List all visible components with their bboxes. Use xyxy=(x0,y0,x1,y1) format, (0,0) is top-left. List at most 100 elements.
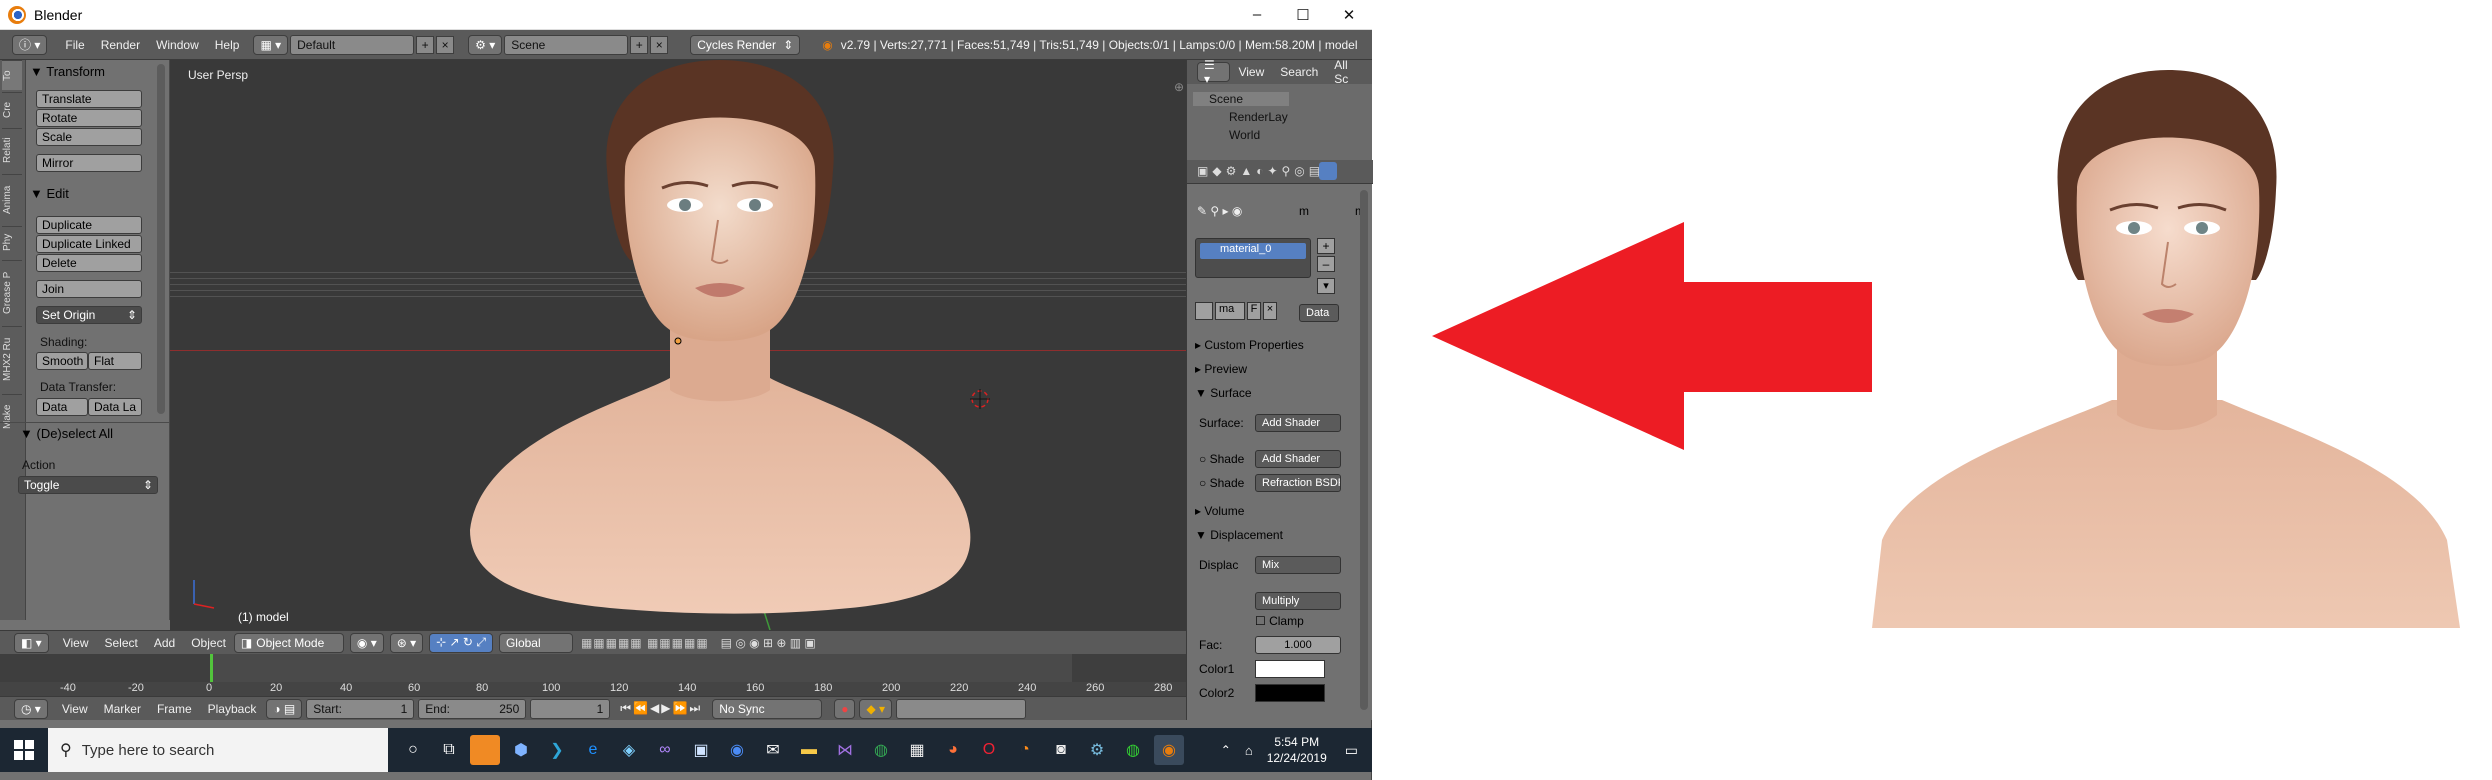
pin-icon[interactable]: ✎ ⚲ ▸ ◉ xyxy=(1197,204,1242,218)
timeline-editor[interactable]: -40 -20 0 20 40 60 80 100 120 140 160 18… xyxy=(0,654,1186,696)
menu-file[interactable]: File xyxy=(57,38,92,52)
preview-header[interactable]: ▸ Preview xyxy=(1195,362,1247,376)
tab-relations[interactable]: Relati xyxy=(2,128,22,172)
viewport-plus-icon[interactable]: ⊕ xyxy=(1174,80,1184,94)
rotate-button[interactable]: Rotate xyxy=(36,109,142,127)
fake-user-button[interactable]: F xyxy=(1247,302,1261,320)
pivot-icon[interactable]: ⊛ ▾ xyxy=(389,632,424,653)
start-frame-field[interactable]: Start: 1 xyxy=(306,698,415,719)
custom-properties-header[interactable]: ▸ Custom Properties xyxy=(1195,338,1304,352)
translate-button[interactable]: Translate xyxy=(36,90,142,108)
sync-mode-select[interactable]: No Sync xyxy=(712,698,823,719)
scene-field[interactable]: Scene xyxy=(504,34,629,55)
outliner-view-menu[interactable]: View xyxy=(1230,65,1272,79)
mirror-button[interactable]: Mirror xyxy=(36,154,142,172)
visual-studio-icon[interactable]: ∞ xyxy=(650,735,680,765)
deselect-all-panel-header[interactable]: ▼ (De)select All xyxy=(20,426,113,441)
tray-chevron-icon[interactable]: ⌃ xyxy=(1221,743,1231,757)
menu-render[interactable]: Render xyxy=(93,38,148,52)
tab-grease-pencil[interactable]: Grease P xyxy=(2,260,22,324)
remove-layout-icon[interactable]: × xyxy=(436,35,455,54)
shade1-select[interactable]: Add Shader xyxy=(1255,450,1341,468)
3d-viewport[interactable]: User Persp ⊕ (1) model xyxy=(170,60,1186,630)
data-transfer-button[interactable]: Data xyxy=(36,398,88,416)
fac-field[interactable]: 1.000 xyxy=(1255,636,1341,654)
material-name-field[interactable]: ma xyxy=(1215,302,1245,320)
blender-taskbar-icon[interactable]: ◉ xyxy=(1154,735,1184,765)
remove-slot-button[interactable]: – xyxy=(1317,256,1335,272)
edit-panel-header[interactable]: ▼ Edit xyxy=(30,186,69,201)
tab-animation[interactable]: Anima xyxy=(2,174,22,224)
current-frame-field[interactable]: 1 xyxy=(530,698,611,719)
outliner-editor-icon[interactable]: ☰ ▾ xyxy=(1197,58,1231,86)
snap-icons[interactable]: ▤ ◎ ◉ ⊞ ⊕ ▥ ▣ xyxy=(721,636,816,650)
shading-mode-icon[interactable]: ◉ ▾ xyxy=(349,632,384,653)
manipulator-icon[interactable]: ⊹ ↗ ↻ ⤢ xyxy=(429,632,493,653)
timeline-frame-menu[interactable]: Frame xyxy=(149,702,200,716)
action-select[interactable]: Toggle ⇕ xyxy=(18,476,158,494)
task-view-icon[interactable]: ⧉ xyxy=(434,735,464,765)
firefox-icon[interactable]: ◕ xyxy=(938,735,968,765)
tab-mhx2[interactable]: MHX2 Ru xyxy=(2,326,22,392)
surface-shader-select[interactable]: Add Shader xyxy=(1255,414,1341,432)
tab-tools[interactable]: To xyxy=(2,60,22,90)
link-data-select[interactable]: Data xyxy=(1299,304,1339,322)
displacement-header[interactable]: ▼ Displacement xyxy=(1195,528,1283,542)
material-slot-list[interactable]: material_0 xyxy=(1195,238,1311,278)
editor-type-icon[interactable]: ⓘ ▾ xyxy=(12,34,48,55)
network-icon[interactable]: ⌂ xyxy=(1245,743,1253,758)
add-layout-icon[interactable]: + xyxy=(416,35,435,54)
firefox-2-icon[interactable]: ◔ xyxy=(1010,735,1040,765)
outliner-search-menu[interactable]: Search xyxy=(1272,65,1326,79)
mail-icon[interactable]: ✉ xyxy=(758,735,788,765)
properties-scrollbar[interactable] xyxy=(1360,190,1368,710)
scene-icon[interactable]: ⚙ ▾ xyxy=(468,34,503,55)
app-icon-blue[interactable]: ◈ xyxy=(614,735,644,765)
keying-set-icon[interactable]: ◆ ▾ xyxy=(859,698,893,719)
store-icon[interactable]: ▦ xyxy=(902,735,932,765)
blend-mode-select[interactable]: Multiply xyxy=(1255,592,1341,610)
camera-icon[interactable]: ◙ xyxy=(1046,735,1076,765)
record-icon[interactable]: ● xyxy=(834,698,856,719)
windows-start-icon[interactable] xyxy=(14,740,34,760)
clock[interactable]: 5:54 PM 12/24/2019 xyxy=(1267,734,1327,766)
tab-create[interactable]: Cre xyxy=(2,92,22,126)
timeline-marker-menu[interactable]: Marker xyxy=(96,702,149,716)
surface-header[interactable]: ▼ Surface xyxy=(1195,386,1252,400)
flat-button[interactable]: Flat xyxy=(88,352,142,370)
keying-set-field[interactable] xyxy=(896,698,1027,719)
viewport-object-menu[interactable]: Object xyxy=(183,636,234,650)
shade2-select[interactable]: Refraction BSDF xyxy=(1255,474,1341,492)
clamp-checkbox[interactable]: ☐ Clamp xyxy=(1255,614,1304,628)
menu-window[interactable]: Window xyxy=(148,38,207,52)
taskbar-search-box[interactable]: ⚲ Type here to search xyxy=(48,728,388,772)
material-slot-item[interactable]: material_0 xyxy=(1200,243,1306,259)
set-origin-select[interactable]: Set Origin ⇕ xyxy=(36,306,142,324)
app-icon-1[interactable] xyxy=(470,735,500,765)
orientation-select[interactable]: Global xyxy=(498,632,573,653)
layer-buttons[interactable]: ▦▦▦▦▦ ▦▦▦▦▦ xyxy=(581,636,709,650)
app-icon-gear[interactable]: ⚙ xyxy=(1082,735,1112,765)
outliner-item-renderlayers[interactable]: RenderLay xyxy=(1213,110,1288,124)
add-slot-button[interactable]: + xyxy=(1317,238,1335,254)
material-browse-icon[interactable] xyxy=(1195,302,1213,320)
material-tab-icon[interactable] xyxy=(1319,162,1337,180)
app-icon-circle[interactable]: ◉ xyxy=(722,735,752,765)
visual-studio-2-icon[interactable]: ⋈ xyxy=(830,735,860,765)
transform-panel-header[interactable]: ▼ Transform xyxy=(30,64,105,79)
viewport-editor-icon[interactable]: ◧ ▾ xyxy=(14,632,49,653)
edge-icon[interactable]: e xyxy=(578,735,608,765)
displac-select[interactable]: Mix xyxy=(1255,556,1341,574)
timeline-view-menu[interactable]: View xyxy=(54,702,96,716)
preview-range-icon[interactable]: ◑ ▤ xyxy=(266,698,303,719)
scale-button[interactable]: Scale xyxy=(36,128,142,146)
duplicate-linked-button[interactable]: Duplicate Linked xyxy=(36,235,142,253)
outliner-display-select[interactable]: All Sc xyxy=(1326,58,1372,86)
notifications-icon[interactable]: ▭ xyxy=(1345,742,1358,759)
file-explorer-icon[interactable]: ▬ xyxy=(794,735,824,765)
duplicate-button[interactable]: Duplicate xyxy=(36,216,142,234)
delete-button[interactable]: Delete xyxy=(36,254,142,272)
mode-select[interactable]: ◨ Object Mode xyxy=(233,632,344,653)
join-button[interactable]: Join xyxy=(36,280,142,298)
screen-layout-field[interactable]: Default xyxy=(290,34,415,55)
